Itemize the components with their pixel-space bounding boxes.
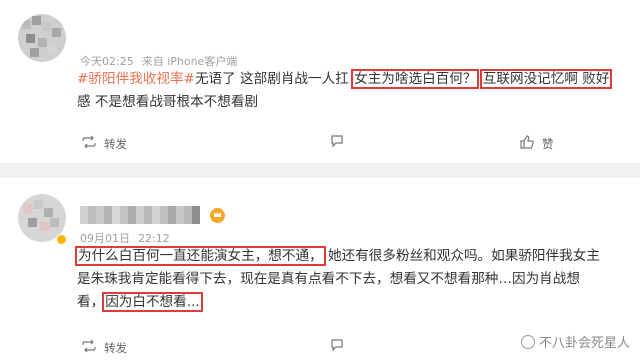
watermark-text: 不八卦会死星人 xyxy=(538,336,630,351)
username-mosaic[interactable] xyxy=(80,206,200,224)
like-button[interactable]: 赞 xyxy=(520,135,554,152)
like-icon xyxy=(520,135,534,152)
watermark-icon xyxy=(520,334,535,349)
repost-button[interactable]: 转发 xyxy=(82,135,127,152)
hashtag-link[interactable]: #骄阳伴我收视率# xyxy=(77,71,195,87)
watermark: 不八卦会死星人 xyxy=(520,332,630,351)
comment-line-3: 看，因为白不想看... xyxy=(77,292,203,312)
comment-meta: 09月01日 22:12 xyxy=(80,230,178,246)
like-label: 赞 xyxy=(542,136,554,151)
comment-card-2: 09月01日 22:12 为什么白百何一直还能演女主，想不通， 她还有很多粉丝和观… xyxy=(0,178,640,363)
repost-label: 转发 xyxy=(104,340,127,355)
comment-text: 为什么白百何一直还能演女主，想不通， 她还有很多粉丝和观众吗。如果骄阳伴我女主 … xyxy=(75,245,629,314)
comment-icon xyxy=(330,134,344,151)
action-bar: 转发 赞 xyxy=(0,128,640,158)
comment-date: 09月01日 xyxy=(80,232,130,245)
comment-source: 来自 iPhone客户端 xyxy=(141,55,238,68)
comment-line-2: 感 不是想看战哥根本不想看剧 xyxy=(77,94,259,110)
repost-icon xyxy=(82,339,96,356)
highlight-box: 为什么白百何一直还能演女主，想不通， xyxy=(75,246,326,266)
comment-line-1: 为什么白百何一直还能演女主，想不通， 她还有很多粉丝和观众吗。如果骄阳伴我女主 xyxy=(75,246,600,266)
comment-line-2: 是朱珠我肯定能看得下去，现在是真有点看不下去，想看又不想看那种…因为肖战想 xyxy=(77,271,580,287)
comment-text: #骄阳伴我收视率#无语了 这部剧肖战一人扛 女主为啥选白百何？ 互联网没记忆啊 … xyxy=(77,68,629,114)
highlight-box: 互联网没记忆啊 败好 xyxy=(479,69,613,89)
repost-label: 转发 xyxy=(104,136,127,151)
comment-line-1: #骄阳伴我收视率#无语了 这部剧肖战一人扛 女主为啥选白百何？ 互联网没记忆啊 … xyxy=(77,69,613,89)
comment-time: 22:12 xyxy=(138,232,170,245)
highlight-box: 因为白不想看... xyxy=(102,292,203,312)
repost-button[interactable]: 转发 xyxy=(82,339,127,356)
crown-badge xyxy=(210,208,225,223)
repost-icon xyxy=(82,135,96,152)
card-divider xyxy=(0,163,640,178)
comment-meta: 今天02:25 来自 iPhone客户端 xyxy=(80,53,245,69)
comment-button[interactable] xyxy=(330,134,352,151)
comment-icon xyxy=(330,338,344,355)
comment-card-1: 今天02:25 来自 iPhone客户端 #骄阳伴我收视率#无语了 这部剧肖战一人… xyxy=(0,0,640,163)
verified-badge xyxy=(56,234,67,245)
comment-time: 今天02:25 xyxy=(80,55,134,68)
highlight-box: 女主为啥选白百何？ xyxy=(351,69,480,89)
avatar[interactable] xyxy=(18,14,66,62)
comment-button[interactable] xyxy=(330,338,352,355)
